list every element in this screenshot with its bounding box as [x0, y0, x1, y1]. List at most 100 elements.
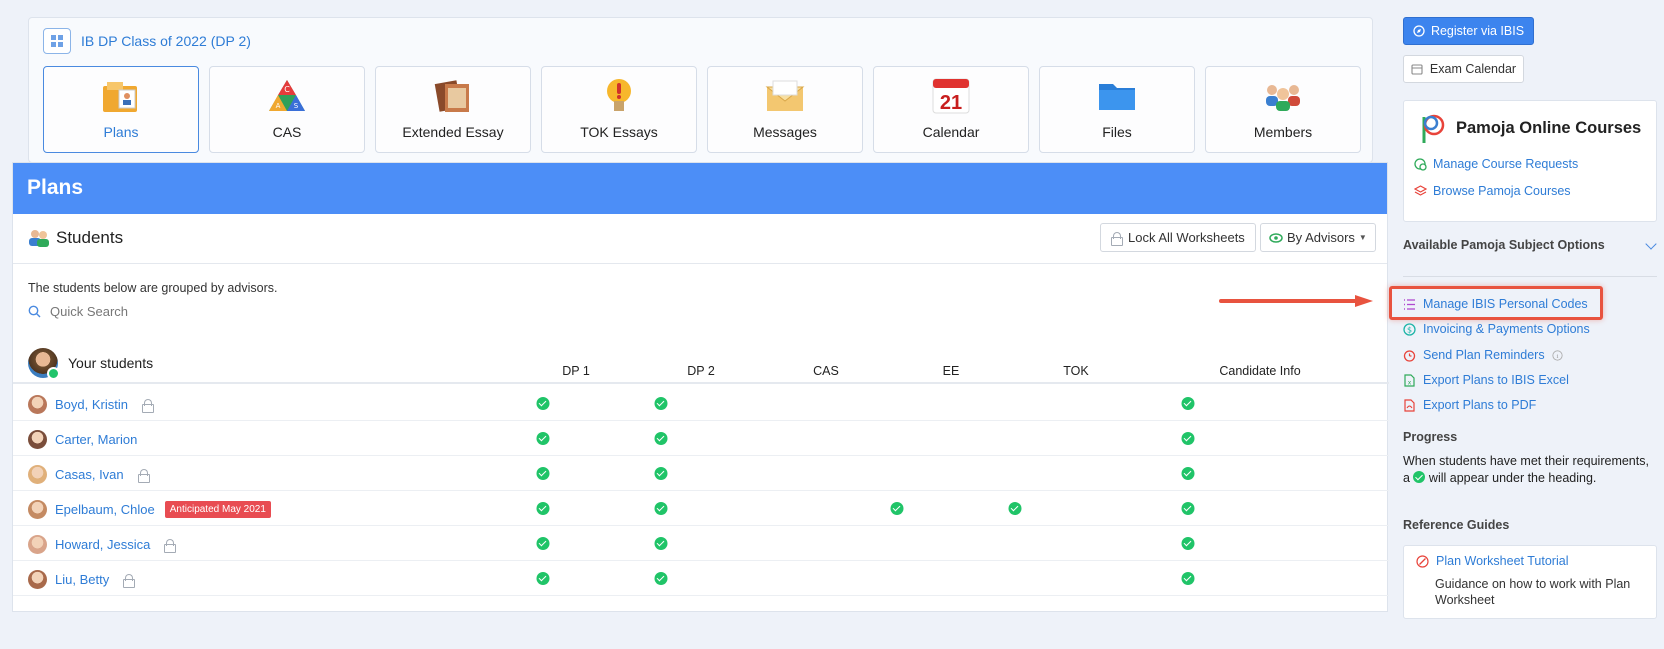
- avatar: [28, 348, 60, 380]
- compass-icon: [1416, 554, 1429, 568]
- column-dp2: DP 2: [687, 364, 715, 378]
- exam-calendar-button[interactable]: Exam Calendar: [1403, 55, 1524, 83]
- tile-messages[interactable]: Messages: [707, 66, 863, 153]
- students-icon: [29, 230, 49, 247]
- tile-members[interactable]: Members: [1205, 66, 1361, 153]
- ref-description: Guidance on how to work with Plan Worksh…: [1435, 577, 1631, 607]
- tile-label: Files: [1102, 124, 1132, 140]
- browse-pamoja-courses-link[interactable]: Browse Pamoja Courses: [1414, 184, 1571, 198]
- student-name-link[interactable]: Boyd, Kristin: [55, 397, 128, 412]
- student-cell: Boyd, Kristin: [28, 395, 154, 414]
- lock-icon: [123, 573, 136, 588]
- column-candidate-info: Candidate Info: [1219, 364, 1301, 378]
- plans-header: Plans: [13, 163, 1387, 214]
- by-advisors-dropdown[interactable]: By Advisors ▼: [1260, 223, 1376, 252]
- check-icon: [654, 572, 668, 585]
- excel-file-icon: x: [1404, 373, 1415, 387]
- lock-icon: [141, 398, 154, 413]
- plans-icon: [99, 76, 143, 116]
- export-pdf-link[interactable]: Export Plans to PDF: [1403, 398, 1536, 412]
- student-name-link[interactable]: Epelbaum, Chloe: [55, 502, 155, 517]
- link-label: Invoicing & Payments Options: [1423, 322, 1590, 336]
- avatar: [28, 570, 47, 589]
- class-title[interactable]: IB DP Class of 2022 (DP 2): [81, 33, 251, 49]
- student-name-link[interactable]: Carter, Marion: [55, 432, 137, 447]
- cas-icon: CA S: [265, 76, 309, 116]
- register-via-ibis-button[interactable]: Register via IBIS: [1403, 17, 1534, 45]
- svg-text:$: $: [1407, 325, 1412, 334]
- grouped-note: The students below are grouped by adviso…: [28, 281, 278, 295]
- column-tok: TOK: [1063, 364, 1089, 378]
- chevron-down-icon: [1645, 238, 1657, 250]
- calendar-small-icon: [1411, 64, 1423, 75]
- table-row[interactable]: Epelbaum, Chloe Anticipated May 2021: [13, 491, 1389, 526]
- plan-worksheet-tutorial-link[interactable]: Plan Worksheet Tutorial: [1416, 554, 1568, 568]
- svg-text:A: A: [276, 102, 281, 110]
- check-icon: [1181, 432, 1195, 445]
- info-icon[interactable]: i: [1552, 349, 1563, 361]
- lock-all-worksheets-button[interactable]: Lock All Worksheets: [1100, 223, 1256, 252]
- pamoja-card: Pamoja Online Courses Manage Course Requ…: [1403, 100, 1657, 222]
- tile-plans[interactable]: Plans: [43, 66, 199, 153]
- avatar: [28, 395, 47, 414]
- students-title: Students: [56, 228, 124, 247]
- status-badge: Anticipated May 2021: [164, 501, 271, 518]
- eye-icon: [1269, 232, 1283, 243]
- calendar-icon: 21: [929, 76, 973, 116]
- table-row[interactable]: Liu, Betty: [13, 561, 1389, 596]
- svg-text:x: x: [1408, 379, 1412, 386]
- svg-text:i: i: [1556, 354, 1558, 360]
- tile-tok-essays[interactable]: TOK Essays: [541, 66, 697, 153]
- quick-search[interactable]: Quick Search: [28, 304, 128, 319]
- student-cell: Carter, Marion: [28, 430, 137, 449]
- students-title-wrap: Students: [28, 228, 123, 248]
- folder-icon: [1095, 76, 1139, 116]
- students-toolbar: Students Lock All Worksheets By Advisors…: [13, 214, 1387, 264]
- student-name-link[interactable]: Liu, Betty: [55, 572, 109, 587]
- module-tiles: Plans CAS CAS Extended Essay TOK Essays …: [43, 66, 1361, 153]
- table-row[interactable]: Howard, Jessica: [13, 526, 1389, 561]
- check-icon: [536, 572, 550, 585]
- table-row[interactable]: Boyd, Kristin: [13, 386, 1389, 421]
- tile-extended-essay[interactable]: Extended Essay: [375, 66, 531, 153]
- members-icon: [1261, 76, 1305, 116]
- tile-files[interactable]: Files: [1039, 66, 1195, 153]
- manage-ibis-personal-codes-link[interactable]: Manage IBIS Personal Codes: [1403, 297, 1588, 311]
- send-plan-reminders-link[interactable]: Send Plan Reminders i: [1403, 348, 1563, 362]
- progress-heading: Progress: [1403, 430, 1458, 444]
- check-icon: [1181, 537, 1195, 550]
- table-row[interactable]: Carter, Marion: [13, 421, 1389, 456]
- exam-calendar-label: Exam Calendar: [1429, 62, 1517, 76]
- reference-guides-heading: Reference Guides: [1403, 518, 1510, 532]
- avatar: [28, 500, 47, 519]
- reference-card: Plan Worksheet Tutorial Guidance on how …: [1403, 545, 1657, 619]
- tile-cas[interactable]: CAS CAS: [209, 66, 365, 153]
- export-ibis-excel-link[interactable]: x Export Plans to IBIS Excel: [1403, 373, 1569, 387]
- link-label: Manage IBIS Personal Codes: [1423, 297, 1588, 311]
- list-numbered-icon: [1404, 298, 1415, 310]
- available-options-label: Available Pamoja Subject Options: [1403, 238, 1605, 252]
- manage-course-requests-link[interactable]: Manage Course Requests: [1414, 157, 1578, 171]
- student-name-link[interactable]: Howard, Jessica: [55, 537, 150, 552]
- check-icon: [1008, 502, 1022, 515]
- search-input[interactable]: Quick Search: [50, 304, 128, 319]
- manage-course-requests-label: Manage Course Requests: [1433, 157, 1579, 171]
- available-pamoja-subject-options[interactable]: Available Pamoja Subject Options: [1403, 238, 1657, 252]
- tile-calendar[interactable]: 21 Calendar: [873, 66, 1029, 153]
- check-icon: [536, 502, 550, 515]
- check-icon: [1181, 397, 1195, 410]
- avatar: [28, 535, 47, 554]
- pamoja-logo-icon: [1422, 114, 1445, 143]
- annotation-arrow: [1219, 295, 1375, 307]
- tile-label: Plans: [103, 124, 139, 140]
- apps-grid-button[interactable]: [43, 28, 71, 54]
- tile-label: Messages: [753, 124, 817, 140]
- student-name-link[interactable]: Casas, Ivan: [55, 467, 124, 482]
- invoicing-payments-link[interactable]: $ Invoicing & Payments Options: [1403, 322, 1590, 336]
- extended-essay-icon: [431, 76, 475, 116]
- class-title-row: IB DP Class of 2022 (DP 2): [43, 28, 251, 54]
- column-cas: CAS: [813, 364, 839, 378]
- table-row[interactable]: Casas, Ivan: [13, 456, 1389, 491]
- tile-label: Extended Essay: [402, 124, 504, 140]
- chat-icon: [1414, 157, 1427, 171]
